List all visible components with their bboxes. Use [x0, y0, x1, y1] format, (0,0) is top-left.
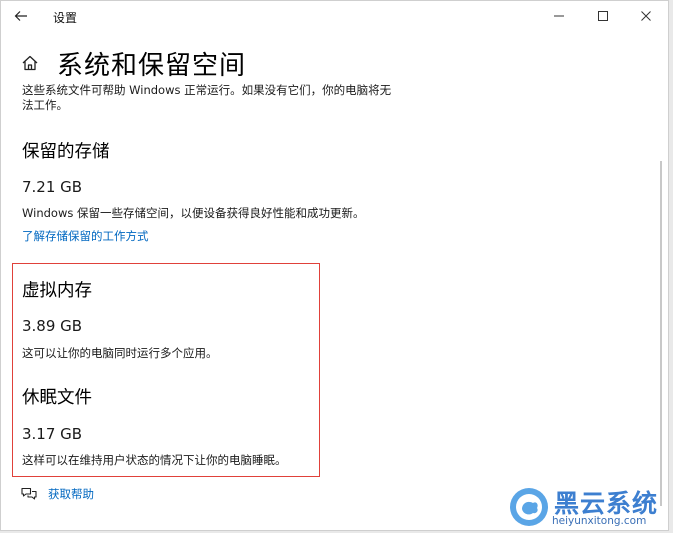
- virtual-memory-description: 这可以让你的电脑同时运行多个应用。: [22, 346, 218, 360]
- maximize-button[interactable]: [581, 3, 625, 29]
- get-help-link[interactable]: 获取帮助: [21, 486, 94, 502]
- reserved-storage-size: 7.21 GB: [22, 178, 83, 196]
- hibernation-file-title: 休眠文件: [22, 388, 92, 408]
- scrollbar[interactable]: [660, 161, 662, 506]
- get-help-label: 获取帮助: [48, 487, 94, 501]
- title-bar: 设置: [1, 1, 668, 31]
- chat-bubbles-icon: [21, 487, 37, 500]
- virtual-memory-size: 3.89 GB: [22, 317, 83, 335]
- reserved-storage-learn-link[interactable]: 了解存储保留的工作方式: [22, 228, 149, 244]
- back-arrow-icon: [14, 11, 27, 21]
- close-button[interactable]: [624, 3, 668, 29]
- intro-text: 这些系统文件可帮助 Windows 正常运行。如果没有它们，你的电脑将无法工作。: [22, 83, 392, 112]
- minimize-button[interactable]: [537, 3, 581, 29]
- app-title: 设置: [53, 11, 78, 25]
- back-button[interactable]: [11, 7, 31, 25]
- page-title: 系统和保留空间: [57, 51, 247, 81]
- watermark: 黑云系统 heiyunxitong.com: [508, 484, 671, 531]
- virtual-memory-title: 虚拟内存: [22, 281, 92, 301]
- hibernation-file-description: 这样可以在维持用户状态的情况下让你的电脑睡眠。: [22, 453, 287, 467]
- reserved-storage-description: Windows 保留一些存储空间，以便设备获得良好性能和成功更新。: [22, 206, 365, 220]
- settings-window: 设置 系统和保留空间 这些系统文件可帮助 Windows 正常运行。如果没有它们…: [0, 0, 669, 531]
- reserved-storage-title: 保留的存储: [22, 142, 110, 162]
- maximize-icon: [598, 11, 608, 21]
- home-icon[interactable]: [21, 54, 39, 72]
- watermark-url: heiyunxitong.com: [552, 515, 647, 527]
- watermark-logo-icon: [510, 488, 548, 526]
- hibernation-file-size: 3.17 GB: [22, 425, 83, 443]
- minimize-icon: [554, 15, 564, 17]
- close-icon: [641, 11, 651, 21]
